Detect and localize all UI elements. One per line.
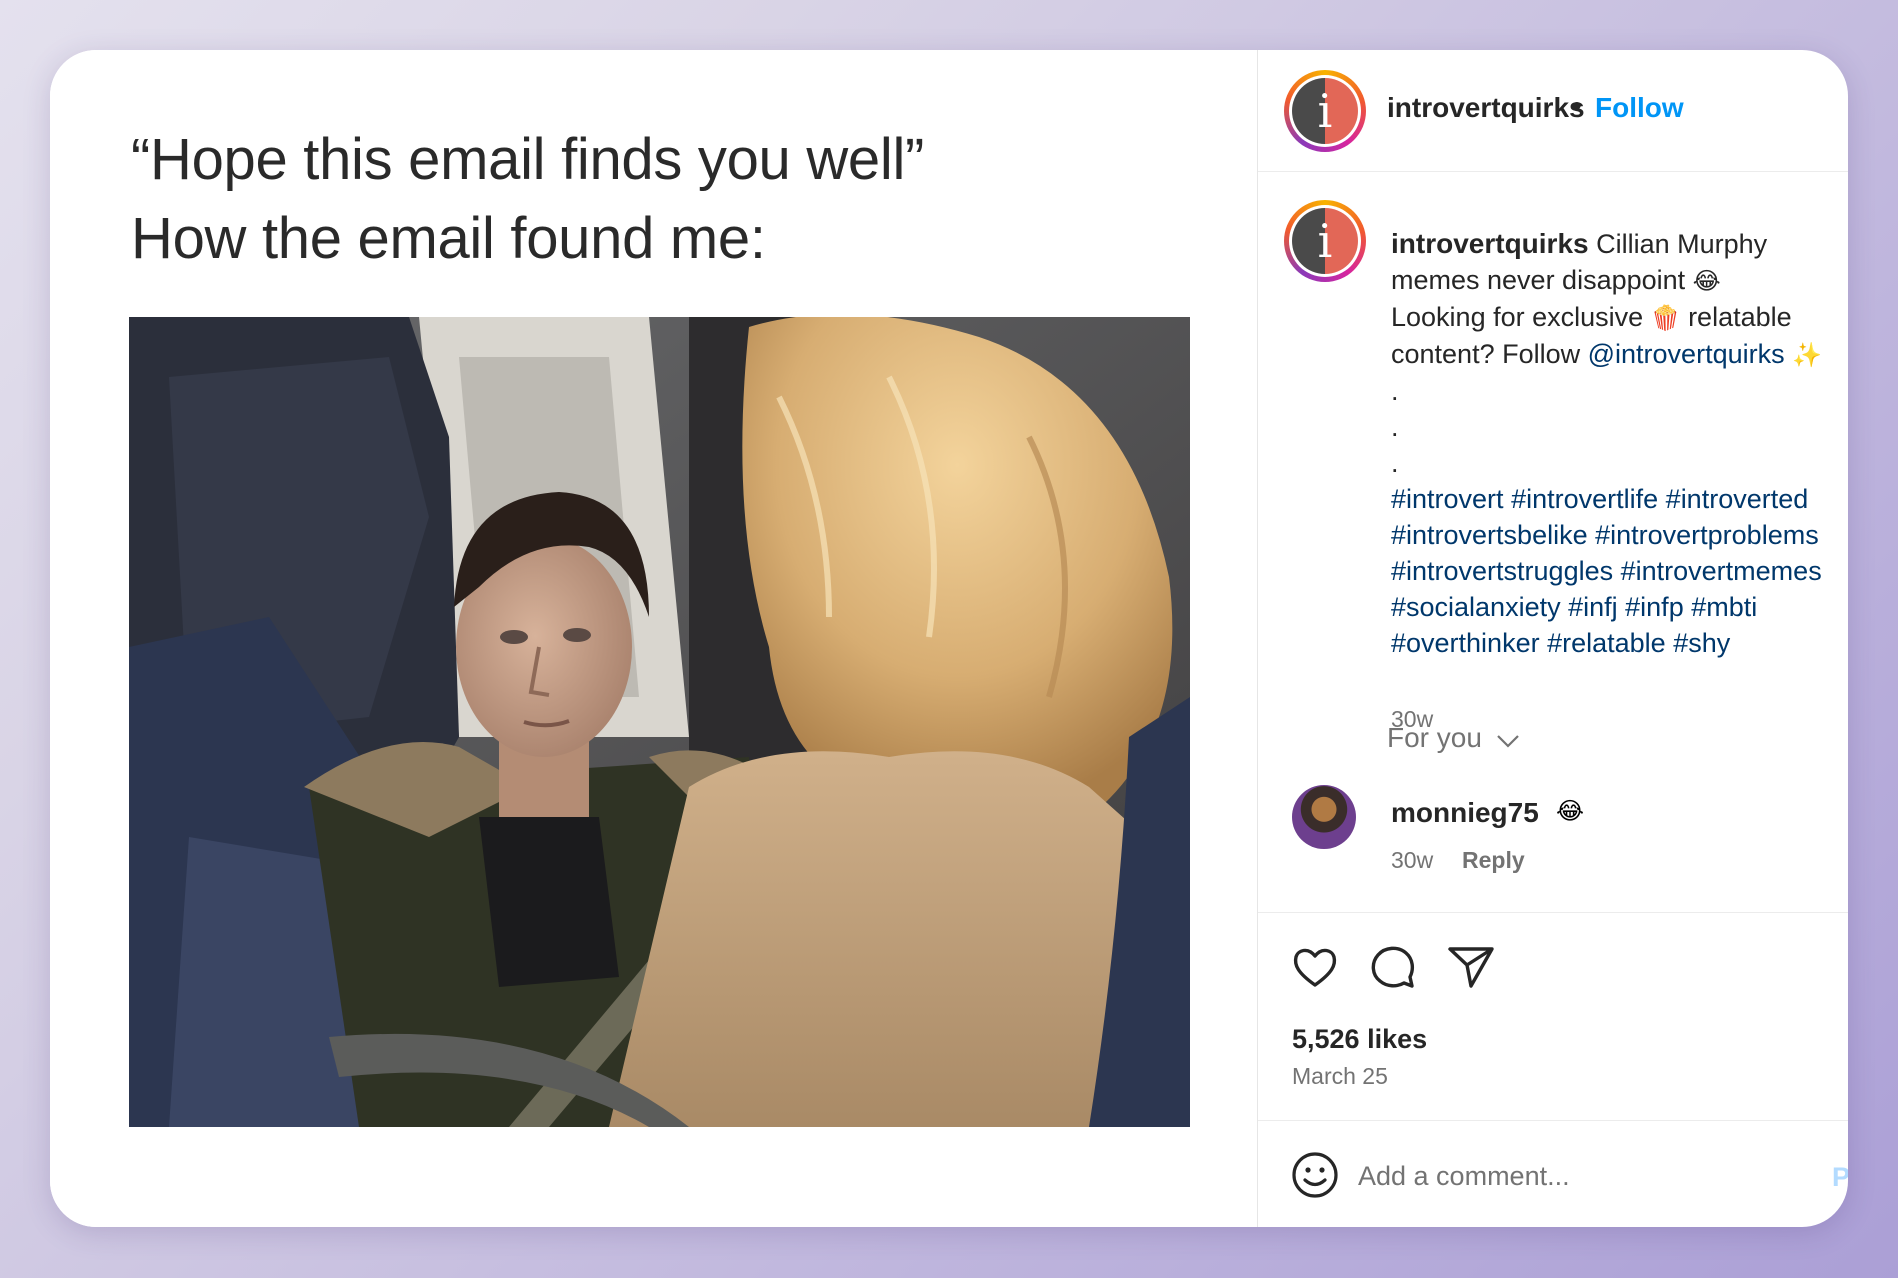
caption-text: introvertquirks Cillian Murphy memes nev…: [1391, 226, 1848, 661]
hashtag-link[interactable]: #introvertproblems: [1595, 520, 1819, 550]
caption-text-4: relatable: [1688, 302, 1792, 332]
meme-caption-line-2: How the email found me:: [131, 206, 766, 271]
post-date: March 25: [1292, 1063, 1388, 1089]
post-header: i introvertquirks • Follow: [1258, 50, 1848, 172]
avatar-letter: i: [1317, 84, 1333, 138]
comment-icon[interactable]: [1366, 940, 1420, 994]
post-details-panel: i introvertquirks • Follow i introvertqu…: [1258, 50, 1848, 1227]
post-media: “Hope this email finds you well” How the…: [50, 50, 1257, 1227]
header-separator: •: [1572, 90, 1582, 121]
avatar-letter: i: [1317, 214, 1333, 268]
hashtag-link[interactable]: #overthinker: [1391, 628, 1540, 658]
laugh-emoji-icon: 😂: [1692, 267, 1721, 295]
action-bar: [1258, 940, 1848, 1000]
hashtag-link[interactable]: #relatable: [1547, 628, 1666, 658]
section-divider: [1258, 1120, 1848, 1121]
hashtag-link[interactable]: #socialanxiety: [1391, 592, 1561, 622]
comment-timestamp: 30w: [1391, 847, 1434, 873]
hashtag-link[interactable]: #shy: [1673, 628, 1730, 658]
author-avatar[interactable]: i: [1284, 70, 1366, 152]
hashtag-link[interactable]: #introvertlife: [1511, 484, 1658, 514]
follow-button[interactable]: Follow: [1595, 92, 1684, 124]
section-divider: [1258, 912, 1848, 913]
caption-dot: .: [1391, 412, 1399, 442]
caption-mention-link[interactable]: @introvertquirks: [1588, 339, 1785, 369]
hashtag-link[interactable]: #infp: [1625, 592, 1684, 622]
add-comment-bar: Post: [1258, 1130, 1848, 1227]
comments-filter-dropdown[interactable]: For you: [1387, 722, 1520, 756]
commenter-avatar[interactable]: [1292, 785, 1356, 849]
meme-caption-line-1: “Hope this email finds you well”: [131, 127, 925, 192]
caption-dot: .: [1391, 448, 1399, 478]
hashtag-link[interactable]: #infj: [1568, 592, 1618, 622]
sparkle-emoji-icon: ✨: [1792, 341, 1822, 369]
heart-icon[interactable]: [1288, 940, 1342, 994]
caption-dot: .: [1391, 376, 1399, 406]
hashtag-link[interactable]: #introvertmemes: [1621, 556, 1822, 586]
share-icon[interactable]: [1444, 940, 1498, 994]
chevron-down-icon: [1496, 724, 1520, 756]
laugh-emoji-icon: 😂: [1556, 797, 1585, 825]
post-modal: “Hope this email finds you well” How the…: [50, 50, 1848, 1227]
emoji-picker-icon[interactable]: [1290, 1150, 1340, 1200]
post-comment-button[interactable]: Post: [1832, 1162, 1848, 1193]
hashtag-link[interactable]: #introvertstruggles: [1391, 556, 1613, 586]
comment-input[interactable]: [1358, 1148, 1828, 1204]
caption-author-avatar[interactable]: i: [1284, 200, 1366, 282]
caption-text-1: Cillian Murphy: [1596, 229, 1768, 259]
caption-username[interactable]: introvertquirks: [1391, 228, 1589, 259]
hashtag-link[interactable]: #introvertsbelike: [1391, 520, 1588, 550]
hashtag-link[interactable]: #introvert: [1391, 484, 1504, 514]
hashtag-link[interactable]: #introverted: [1666, 484, 1809, 514]
author-username[interactable]: introvertquirks: [1387, 92, 1585, 124]
caption-text-2: memes never disappoint: [1391, 265, 1686, 295]
comment-item: monnieg75 😂 30w Reply: [1258, 785, 1848, 885]
caption-text-3: Looking for exclusive: [1391, 302, 1644, 332]
popcorn-emoji-icon: 🍿: [1650, 304, 1681, 332]
reply-button[interactable]: Reply: [1462, 847, 1525, 874]
hashtag-link[interactable]: #mbti: [1691, 592, 1757, 622]
caption-text-5: content? Follow: [1391, 339, 1581, 369]
comments-filter-label: For you: [1387, 722, 1482, 753]
like-count[interactable]: 5,526 likes: [1292, 1024, 1427, 1055]
commenter-username[interactable]: monnieg75: [1391, 797, 1539, 829]
meme-photo: [129, 317, 1190, 1127]
